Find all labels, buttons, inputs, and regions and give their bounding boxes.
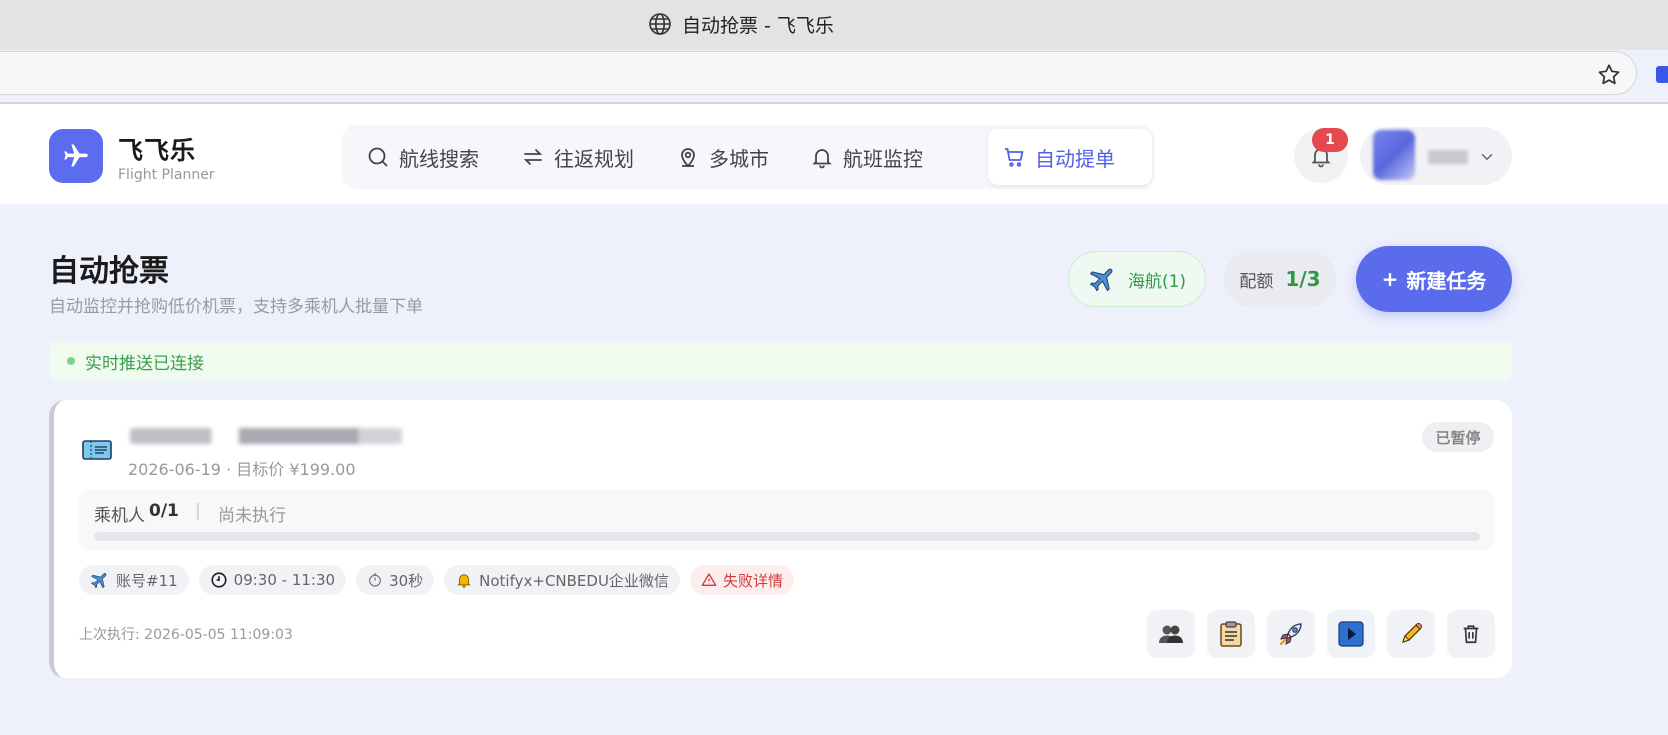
task-chips: 账号#11 09:30 - 11:30 30秒 Notifyx+CNBEDU企业… (79, 565, 794, 595)
notification-badge: 1 (1312, 128, 1348, 152)
task-meta: 2026-06-19 · 目标价 ¥199.00 (128, 460, 356, 479)
rocket-icon (1279, 623, 1302, 646)
progress-bar (94, 532, 1480, 541)
separator: | (195, 501, 201, 521)
status-dot (67, 357, 75, 365)
map-pin-icon (681, 148, 695, 168)
chevron-down-icon[interactable] (1478, 148, 1496, 166)
extension-icon[interactable] (1656, 66, 1668, 83)
interval-label: 30秒 (389, 571, 424, 590)
passengers-label: 乘机人 (94, 506, 145, 526)
delete-button[interactable] (1447, 610, 1495, 658)
route-title-redacted (130, 428, 402, 444)
search-icon (368, 147, 388, 167)
airplane-emoji-icon (1089, 268, 1113, 292)
run-now-button[interactable] (1267, 610, 1315, 658)
play-icon (1338, 621, 1364, 647)
clock-icon (211, 572, 227, 588)
cart-icon (1005, 148, 1024, 167)
browser-titlebar (0, 0, 1668, 50)
progress-panel (79, 490, 1494, 550)
plane-logo-icon (64, 144, 88, 167)
airline-chip-label: 海航(1) (1127, 271, 1187, 292)
bookmark-star-icon[interactable] (1596, 62, 1622, 88)
nav-item-flight-monitor[interactable]: 航班监控 (796, 129, 937, 185)
airline-account-chip[interactable]: 海航(1) (1068, 251, 1206, 307)
passengers-value: 0/1 (149, 501, 179, 521)
new-task-label: 新建任务 (1406, 268, 1487, 293)
trash-icon (1463, 625, 1479, 644)
brand-name: 飞飞乐 (118, 136, 197, 165)
bell-icon (457, 574, 471, 588)
edit-button[interactable] (1387, 610, 1435, 658)
round-trip-icon (523, 149, 543, 165)
task-actions (1147, 610, 1495, 658)
passengers-counter: 乘机人 0/1 (94, 501, 179, 526)
page-title: 自动抢票 (49, 254, 169, 289)
failure-details-chip[interactable]: 失败详情 (689, 565, 794, 595)
time-window-chip: 09:30 - 11:30 (198, 565, 347, 595)
nav-item-label: 往返规划 (554, 146, 634, 171)
nav-item-round-trip[interactable]: 往返规划 (507, 129, 648, 185)
nav-item-label: 多城市 (709, 146, 769, 171)
logo[interactable] (49, 129, 103, 183)
plus-icon: + (1381, 267, 1399, 291)
interval-chip: 30秒 (356, 565, 435, 595)
warning-icon (701, 573, 717, 586)
quota-value: 1/3 (1285, 267, 1321, 291)
notify-label: Notifyx+CNBEDU企业微信 (479, 571, 669, 590)
browser-tab[interactable]: 自动抢票 - 飞飞乐 (648, 10, 834, 38)
ticket-icon (82, 438, 112, 462)
brand-subtitle: Flight Planner (118, 167, 215, 183)
account-chip-label: 账号#11 (116, 571, 178, 590)
airplane-emoji-icon (91, 573, 107, 589)
status-badge: 已暂停 (1422, 422, 1494, 452)
realtime-status-text: 实时推送已连接 (85, 353, 204, 374)
nav-item-label: 自动提单 (1035, 146, 1115, 171)
new-task-button[interactable]: + 新建任务 (1356, 246, 1512, 312)
people-icon (1159, 625, 1183, 643)
orders-button[interactable] (1207, 610, 1255, 658)
avatar (1373, 130, 1415, 180)
stopwatch-icon (369, 573, 381, 587)
notify-chip: Notifyx+CNBEDU企业微信 (444, 565, 680, 595)
nav-item-label: 航线搜索 (399, 146, 479, 171)
passengers-button[interactable] (1147, 610, 1195, 658)
nav-item-route-search[interactable]: 航线搜索 (352, 129, 493, 185)
last-run-time: 上次执行: 2026-05-05 11:09:03 (79, 627, 293, 643)
nav-item-label: 航班监控 (843, 146, 923, 171)
user-name-redacted (1428, 150, 1468, 164)
globe-icon (648, 12, 672, 36)
pencil-icon (1401, 622, 1423, 644)
main-nav: 航线搜索 往返规划 多城市 航班监控 自动提单 (342, 125, 1154, 189)
failure-details-label: 失败详情 (722, 571, 783, 590)
account-chip: 账号#11 (79, 565, 189, 595)
clipboard-icon (1220, 621, 1242, 647)
nav-item-multi-city[interactable]: 多城市 (662, 129, 783, 185)
quota-label: 配额 (1239, 271, 1274, 292)
resume-button[interactable] (1327, 610, 1375, 658)
realtime-status-banner: 实时推送已连接 (49, 341, 1512, 381)
page-subtitle: 自动监控并抢购低价机票，支持多乘机人批量下单 (49, 297, 423, 317)
nav-item-auto-order[interactable]: 自动提单 (988, 129, 1152, 185)
exec-status: 尚未执行 (218, 506, 286, 526)
quota-indicator: 配额 1/3 (1224, 251, 1336, 307)
bell-icon (812, 149, 832, 169)
time-window-label: 09:30 - 11:30 (233, 571, 336, 589)
browser-tab-title: 自动抢票 - 飞飞乐 (682, 14, 834, 37)
address-bar[interactable] (0, 51, 1637, 95)
